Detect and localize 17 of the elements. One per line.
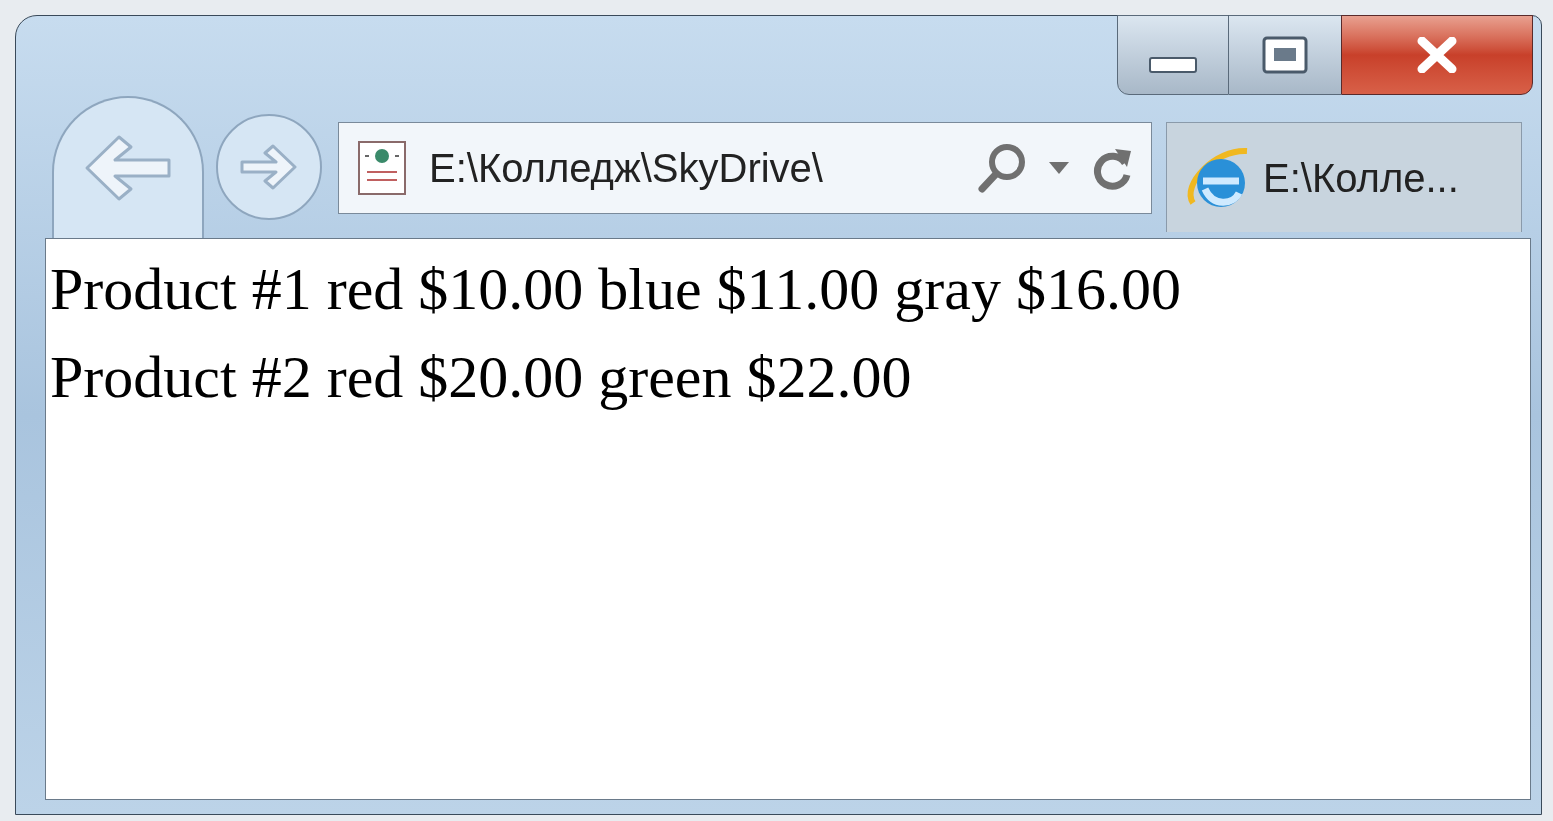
dropdown-caret-icon[interactable] [1049, 162, 1069, 174]
search-icon[interactable] [977, 142, 1027, 194]
page-icon [357, 140, 407, 196]
browser-tab[interactable]: E:\Колле... [1166, 122, 1522, 232]
minimize-button[interactable] [1117, 15, 1229, 95]
close-icon [1416, 37, 1458, 73]
address-bar[interactable]: E:\Колледж\SkyDrive\ [338, 122, 1152, 214]
maximize-icon [1262, 36, 1308, 74]
forward-arrow-icon [239, 143, 299, 191]
minimize-icon [1149, 57, 1197, 73]
close-button[interactable] [1341, 15, 1533, 95]
tab-title: E:\Колле... [1263, 154, 1459, 202]
address-text: E:\Колледж\SkyDrive\ [429, 145, 823, 192]
maximize-button[interactable] [1229, 15, 1341, 95]
product-line: Product #1 red $10.00 blue $11.00 gray $16.00 [50, 255, 1182, 324]
back-arrow-icon [83, 133, 173, 203]
product-line: Product #2 red $20.00 green $22.00 [50, 343, 913, 412]
